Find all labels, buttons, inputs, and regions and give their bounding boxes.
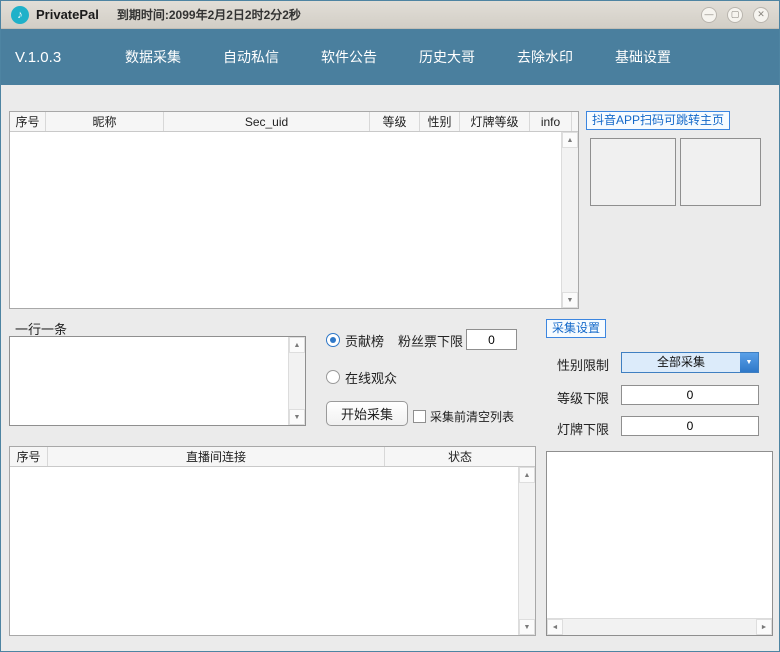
gender-select-value: 全部采集	[622, 353, 740, 372]
nav-item-auto-dm[interactable]: 自动私信	[209, 37, 293, 77]
column-header-info: info	[530, 112, 572, 131]
column-header-nickname: 昵称	[46, 112, 164, 131]
minimize-button[interactable]: —	[701, 7, 717, 23]
column-header-secuid: Sec_uid	[164, 112, 370, 131]
room-table-header: 序号 直播间连接 状态	[10, 447, 535, 467]
room-table-body	[10, 467, 518, 635]
scroll-up-button[interactable]: ▲	[562, 132, 578, 148]
app-title: PrivatePal	[36, 7, 99, 22]
scroll-down-button[interactable]: ▼	[519, 619, 535, 635]
column-header-badge: 灯牌等级	[460, 112, 530, 131]
scroll-left-button[interactable]: ◄	[547, 619, 563, 635]
radio-contribution[interactable]	[326, 333, 340, 347]
room-table-scrollbar[interactable]: ▲ ▼	[518, 467, 535, 635]
version-label: V.1.0.3	[15, 49, 111, 66]
fan-ticket-label: 粉丝票下限	[398, 331, 463, 350]
column-header-index: 序号	[10, 447, 48, 466]
column-header-filler	[572, 112, 578, 131]
qr-placeholder-1	[590, 138, 676, 206]
titlebar: ♪ PrivatePal 到期时间:2099年2月2日2时2分2秒 — ▢ ✕	[1, 1, 779, 29]
app-logo-icon: ♪	[11, 6, 29, 24]
settings-title: 采集设置	[546, 319, 606, 338]
level-limit-input[interactable]	[621, 385, 759, 405]
level-limit-label: 等级下限	[557, 388, 609, 407]
column-header-index: 序号	[10, 112, 46, 131]
fan-ticket-input[interactable]	[466, 329, 517, 350]
nav-item-settings[interactable]: 基础设置	[601, 37, 685, 77]
gender-select[interactable]: 全部采集 ▼	[621, 352, 759, 373]
chevron-down-icon[interactable]: ▼	[740, 353, 758, 372]
user-table-header: 序号 昵称 Sec_uid 等级 性别 灯牌等级 info	[10, 112, 578, 132]
radio-online-label: 在线观众	[345, 368, 397, 387]
expiry-text: 到期时间:2099年2月2日2时2分2秒	[117, 6, 301, 23]
column-header-room-link: 直播间连接	[48, 447, 385, 466]
scroll-up-button[interactable]: ▲	[289, 337, 305, 353]
badge-limit-label: 灯牌下限	[557, 419, 609, 438]
scroll-up-button[interactable]: ▲	[519, 467, 535, 483]
clear-before-checkbox[interactable]	[413, 410, 426, 423]
radio-online[interactable]	[326, 370, 340, 384]
user-table-scrollbar[interactable]: ▲ ▼	[561, 132, 578, 308]
maximize-button[interactable]: ▢	[727, 7, 743, 23]
links-textarea-wrap: ▲ ▼	[9, 336, 306, 426]
close-button[interactable]: ✕	[753, 7, 769, 23]
window-controls: — ▢ ✕	[701, 7, 769, 23]
scroll-down-button[interactable]: ▼	[562, 292, 578, 308]
scroll-right-button[interactable]: ►	[756, 619, 772, 635]
badge-limit-input[interactable]	[621, 416, 759, 436]
qr-placeholder-2	[680, 138, 761, 206]
qr-panel-title: 抖音APP扫码可跳转主页	[586, 111, 730, 130]
nav-item-remove-watermark[interactable]: 去除水印	[503, 37, 587, 77]
log-panel: ◄ ►	[546, 451, 773, 636]
room-table: 序号 直播间连接 状态 ▲ ▼	[9, 446, 536, 636]
column-header-level: 等级	[370, 112, 420, 131]
textarea-scrollbar[interactable]: ▲ ▼	[288, 337, 305, 425]
nav-item-announcement[interactable]: 软件公告	[307, 37, 391, 77]
user-table-body	[10, 132, 561, 308]
log-scrollbar-horizontal[interactable]: ◄ ►	[547, 618, 772, 635]
user-table: 序号 昵称 Sec_uid 等级 性别 灯牌等级 info ▲ ▼	[9, 111, 579, 309]
gender-limit-label: 性别限制	[557, 355, 609, 374]
radio-contribution-label: 贡献榜	[345, 331, 384, 350]
nav-item-history[interactable]: 历史大哥	[405, 37, 489, 77]
column-header-status: 状态	[385, 447, 535, 466]
app-window: ♪ PrivatePal 到期时间:2099年2月2日2时2分2秒 — ▢ ✕ …	[0, 0, 780, 652]
start-collect-button[interactable]: 开始采集	[326, 401, 408, 426]
navbar: V.1.0.3 数据采集 自动私信 软件公告 历史大哥 去除水印 基础设置	[1, 29, 779, 85]
links-textarea[interactable]	[10, 337, 288, 425]
scroll-down-button[interactable]: ▼	[289, 409, 305, 425]
nav-item-data-collect[interactable]: 数据采集	[111, 37, 195, 77]
clear-before-label: 采集前清空列表	[430, 408, 514, 425]
column-header-gender: 性别	[420, 112, 460, 131]
nav-items: 数据采集 自动私信 软件公告 历史大哥 去除水印 基础设置	[111, 37, 685, 77]
